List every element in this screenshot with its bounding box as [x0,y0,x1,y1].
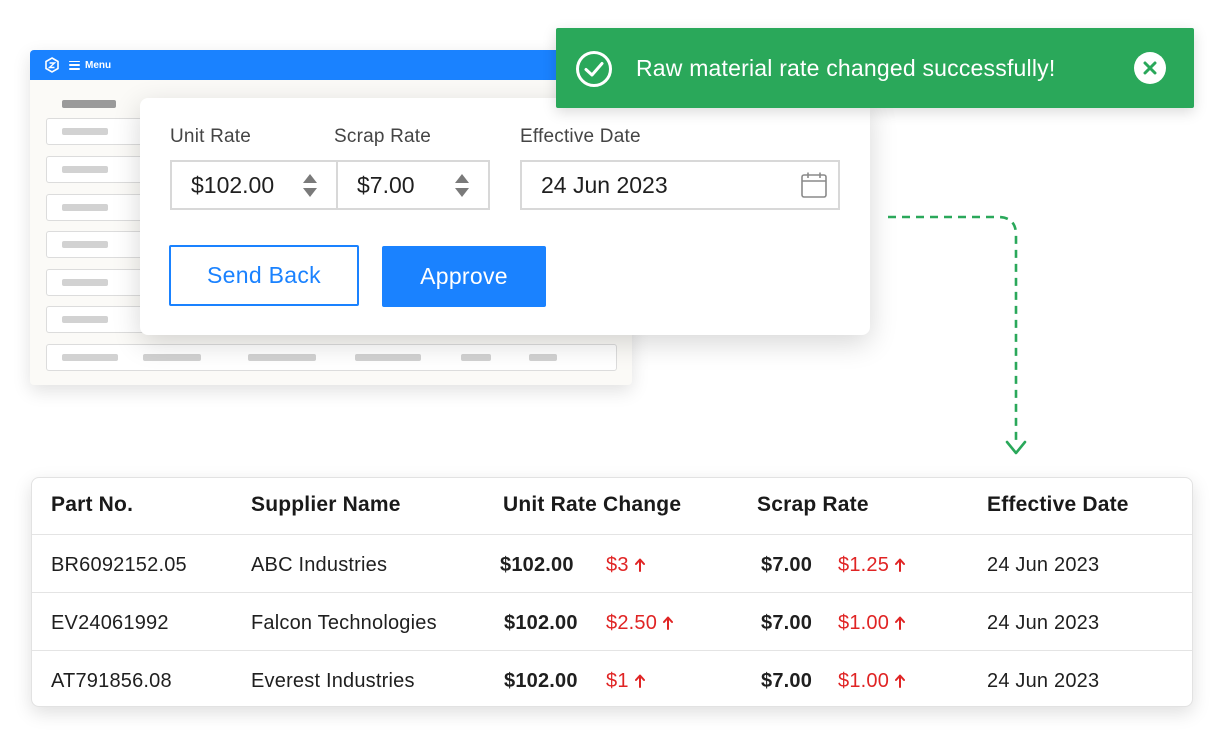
scrap-rate-delta-value: $1.25 [838,554,890,576]
unit-rate-stepper[interactable]: $102.00 [170,160,338,210]
effective-date-cell: 24 Jun 2023 [987,612,1100,634]
scrap-rate-delta-value: $1.00 [838,612,890,634]
placeholder-row [46,269,146,296]
scrap-rate-delta-value: $1.00 [838,670,890,692]
success-toast: Raw material rate changed successfully! [556,28,1194,108]
unit-rate-cell: $102.00 [504,612,578,634]
table-row: AT791856.08 Everest Industries $102.00 $… [32,650,1192,706]
header-scrap-rate: Scrap Rate [757,493,869,516]
up-arrow-icon [895,558,906,572]
increment-arrow-icon[interactable] [455,173,469,183]
hamburger-menu-icon[interactable] [69,60,80,70]
effective-date-cell: 24 Jun 2023 [987,670,1100,692]
up-arrow-icon [895,616,906,630]
placeholder-row [46,118,146,145]
scrap-rate-stepper[interactable]: $7.00 [336,160,490,210]
flow-arrow-icon [888,215,1027,455]
placeholder-row [46,306,146,333]
placeholder-row [46,231,146,258]
check-circle-icon [576,51,612,87]
approve-button[interactable]: Approve [382,246,546,307]
app-top-bar: Menu [30,50,632,80]
placeholder-row [46,194,146,221]
up-arrow-icon [634,558,645,572]
unit-rate-delta: $3 [606,554,645,577]
effective-date-label: Effective Date [520,126,641,147]
supplier-cell: Everest Industries [251,670,415,692]
unit-rate-delta-value: $1 [606,670,629,692]
unit-rate-spinner[interactable] [302,173,318,197]
scrap-rate-value[interactable]: $7.00 [338,172,454,199]
decrement-arrow-icon[interactable] [303,187,317,197]
toast-message: Raw material rate changed successfully! [636,55,1056,81]
table-header-row: Part No. Supplier Name Unit Rate Change … [32,478,1192,534]
up-arrow-icon [634,674,645,688]
unit-rate-label: Unit Rate [170,126,252,147]
supplier-cell: ABC Industries [251,554,388,576]
unit-rate-cell: $102.00 [500,554,574,576]
scrap-rate-delta: $1.25 [838,554,906,577]
placeholder-row [46,156,146,183]
scrap-rate-cell: $7.00 [761,612,813,634]
effective-date-field[interactable]: 24 Jun 2023 [520,160,840,210]
part-no-cell: BR6092152.05 [51,554,187,576]
close-icon[interactable] [1143,61,1157,75]
header-part-no: Part No. [51,493,134,516]
decrement-arrow-icon[interactable] [455,187,469,197]
scrap-rate-cell: $7.00 [761,554,813,576]
unit-rate-delta: $1 [606,670,645,693]
scrap-rate-label: Scrap Rate [334,126,432,147]
rate-edit-card: Unit Rate Scrap Rate Effective Date $102… [140,98,870,335]
part-no-cell: AT791856.08 [51,670,172,692]
up-arrow-icon [663,616,674,630]
up-arrow-icon [895,674,906,688]
placeholder-wide-row [46,344,617,371]
part-no-cell: EV24061992 [51,612,169,634]
header-unit-rate-change: Unit Rate Change [503,493,682,516]
header-supplier-name: Supplier Name [251,493,401,516]
app-logo-icon[interactable] [44,57,60,73]
unit-rate-cell: $102.00 [504,670,578,692]
effective-date-value[interactable]: 24 Jun 2023 [522,172,800,199]
effective-date-cell: 24 Jun 2023 [987,554,1100,576]
table-row: BR6092152.05 ABC Industries $102.00 $3 $… [32,534,1192,592]
calendar-icon[interactable] [800,171,828,199]
unit-rate-delta-value: $3 [606,554,629,576]
unit-rate-delta-value: $2.50 [606,612,658,634]
scrap-rate-spinner[interactable] [454,173,470,197]
placeholder-heading [62,100,116,108]
unit-rate-delta: $2.50 [606,612,674,635]
scrap-rate-cell: $7.00 [761,670,813,692]
scrap-rate-delta: $1.00 [838,670,906,693]
send-back-button[interactable]: Send Back [169,245,359,306]
header-effective-date: Effective Date [987,493,1129,516]
rate-change-table: Part No. Supplier Name Unit Rate Change … [31,477,1193,707]
close-toast-button[interactable] [1134,52,1166,84]
unit-rate-value[interactable]: $102.00 [172,172,302,199]
table-row: EV24061992 Falcon Technologies $102.00 $… [32,592,1192,650]
supplier-cell: Falcon Technologies [251,612,437,634]
increment-arrow-icon[interactable] [303,173,317,183]
menu-label[interactable]: Menu [85,60,111,71]
scrap-rate-delta: $1.00 [838,612,906,635]
